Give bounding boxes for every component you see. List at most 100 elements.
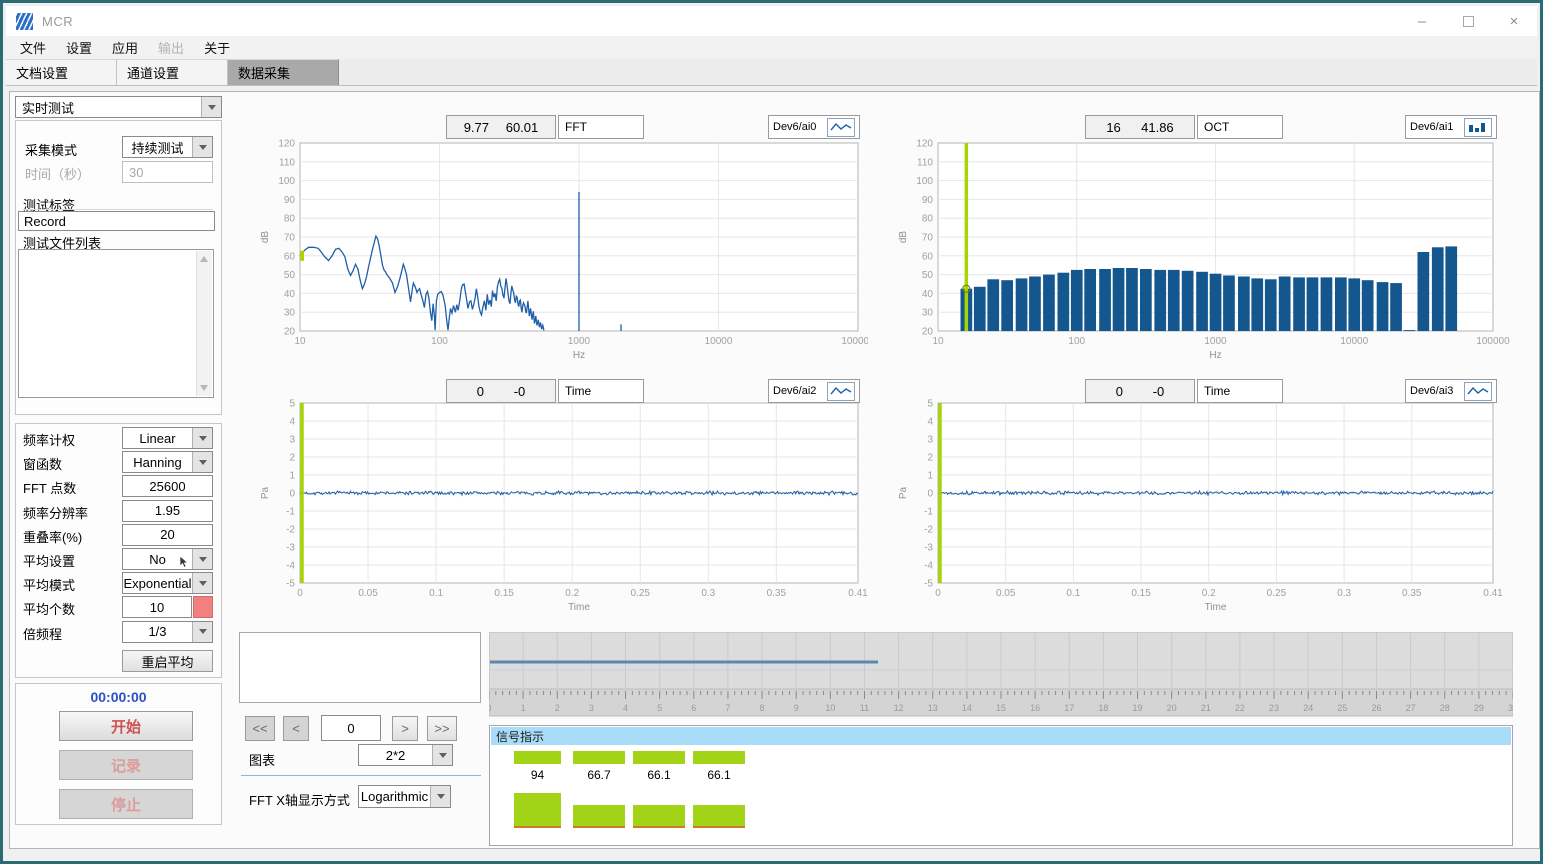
time-input[interactable]: 30 xyxy=(122,161,213,183)
bar-chart-icon xyxy=(1464,118,1492,137)
menu-item-0[interactable]: 文件 xyxy=(20,38,46,57)
tab-strip: 文档设置通道设置数据采集 xyxy=(6,59,1537,86)
param-input-2[interactable]: 25600 xyxy=(122,475,213,497)
minimize-button[interactable]: – xyxy=(1399,6,1445,36)
menu-item-1[interactable]: 设置 xyxy=(66,38,92,57)
scroll-down-icon[interactable] xyxy=(200,385,208,391)
time1-type-box[interactable]: Time xyxy=(558,379,644,403)
acq-mode-select[interactable]: 持续测试 xyxy=(122,136,213,158)
param-select-0[interactable]: Linear xyxy=(122,427,213,449)
stop-button[interactable]: 停止 xyxy=(59,789,193,819)
signal-indicator-bar xyxy=(573,751,625,764)
svg-text:0.1: 0.1 xyxy=(429,588,443,599)
record-overview[interactable]: 0123456789101112131415161718192021222324… xyxy=(489,632,1513,717)
time2-plot[interactable]: -5-4-3-2-101234500.050.10.150.20.250.30.… xyxy=(875,373,1535,625)
tab-2[interactable]: 数据采集 xyxy=(228,59,339,85)
scrollbar[interactable] xyxy=(196,251,212,396)
chevron-down-icon[interactable] xyxy=(192,622,212,642)
svg-text:0.05: 0.05 xyxy=(358,588,378,599)
param-input-7[interactable]: 10 xyxy=(122,596,192,618)
line-chart-icon xyxy=(827,382,855,401)
scroll-up-icon[interactable] xyxy=(200,256,208,262)
nav-last-button[interactable]: >> xyxy=(427,716,457,741)
svg-text:17: 17 xyxy=(1064,703,1074,713)
nav-index-input[interactable]: 0 xyxy=(321,715,381,741)
svg-text:100000: 100000 xyxy=(841,336,868,347)
oct-channel-box[interactable]: Dev6/ai1 xyxy=(1405,115,1497,139)
svg-text:1: 1 xyxy=(927,471,933,482)
fft-axis-select[interactable]: Logarithmic xyxy=(358,785,451,808)
signal-level-meter xyxy=(693,805,745,828)
svg-text:18: 18 xyxy=(1098,703,1108,713)
param-select-8[interactable]: 1/3 xyxy=(122,621,213,643)
chevron-down-icon[interactable] xyxy=(192,549,212,569)
svg-text:13: 13 xyxy=(928,703,938,713)
param-input-4[interactable]: 20 xyxy=(122,524,213,546)
test-mode-value: 实时测试 xyxy=(16,97,201,117)
svg-text:30: 30 xyxy=(284,308,296,319)
svg-text:40: 40 xyxy=(284,289,296,300)
fft-cursor-readout: 9.77 60.01 xyxy=(446,115,556,139)
signal-level-meter xyxy=(633,805,685,828)
oct-chart: 16 41.86 OCT Dev6/ai1 203040506070809010… xyxy=(875,97,1535,369)
menu-item-2[interactable]: 应用 xyxy=(112,38,138,57)
nav-first-button[interactable]: << xyxy=(245,716,275,741)
acq-mode-label: 采集模式 xyxy=(25,140,77,159)
svg-text:30: 30 xyxy=(1508,703,1513,713)
svg-text:0.2: 0.2 xyxy=(1202,588,1216,599)
svg-text:Pa: Pa xyxy=(260,486,271,499)
chevron-down-icon[interactable] xyxy=(192,452,212,472)
test-file-list[interactable] xyxy=(18,249,214,398)
svg-text:19: 19 xyxy=(1133,703,1143,713)
chevron-down-icon[interactable] xyxy=(192,428,212,448)
tab-1[interactable]: 通道设置 xyxy=(117,59,228,85)
fft-channel-box[interactable]: Dev6/ai0 xyxy=(768,115,860,139)
fft-type-box[interactable]: FFT xyxy=(558,115,644,139)
restart-average-button[interactable]: 重启平均 xyxy=(122,650,213,672)
svg-text:0.15: 0.15 xyxy=(1131,588,1151,599)
start-button[interactable]: 开始 xyxy=(59,711,193,741)
time2-channel-box[interactable]: Dev6/ai3 xyxy=(1405,379,1497,403)
test-mode-select[interactable]: 实时测试 xyxy=(15,96,222,118)
chevron-down-icon[interactable] xyxy=(192,137,212,157)
param-select-6[interactable]: Exponential xyxy=(122,572,213,594)
svg-text:0.05: 0.05 xyxy=(996,588,1016,599)
param-select-1[interactable]: Hanning xyxy=(122,451,213,473)
svg-text:0: 0 xyxy=(297,588,303,599)
warning-flag xyxy=(193,596,213,618)
oct-type-box[interactable]: OCT xyxy=(1197,115,1283,139)
chevron-down-icon[interactable] xyxy=(432,745,452,765)
time1-plot[interactable]: -5-4-3-2-101234500.050.10.150.20.250.30.… xyxy=(236,373,868,625)
record-button[interactable]: 记录 xyxy=(59,750,193,780)
param-input-3[interactable]: 1.95 xyxy=(122,500,213,522)
menu-item-4[interactable]: 关于 xyxy=(204,38,230,57)
svg-text:100: 100 xyxy=(916,176,933,187)
maximize-icon xyxy=(1463,16,1474,27)
svg-text:-2: -2 xyxy=(924,525,933,536)
nav-prev-button[interactable]: < xyxy=(283,716,309,741)
svg-text:-4: -4 xyxy=(286,561,295,572)
param-value-1: Hanning xyxy=(123,452,192,472)
time1-channel-box[interactable]: Dev6/ai2 xyxy=(768,379,860,403)
time1-cursor-readout: 0 -0 xyxy=(446,379,556,403)
svg-text:5: 5 xyxy=(657,703,662,713)
test-tag-input[interactable]: Record xyxy=(18,211,215,231)
svg-text:0.35: 0.35 xyxy=(767,588,787,599)
close-button[interactable]: × xyxy=(1491,6,1537,36)
svg-text:0: 0 xyxy=(489,703,492,713)
nav-next-button[interactable]: > xyxy=(392,716,418,741)
svg-text:0.41: 0.41 xyxy=(848,588,868,599)
time2-type-box[interactable]: Time xyxy=(1197,379,1283,403)
svg-text:16: 16 xyxy=(1030,703,1040,713)
chevron-down-icon[interactable] xyxy=(192,573,212,593)
svg-text:dB: dB xyxy=(260,231,271,244)
maximize-button[interactable] xyxy=(1445,6,1491,36)
chart-layout-select[interactable]: 2*2 xyxy=(358,744,453,766)
chevron-down-icon[interactable] xyxy=(201,97,221,117)
param-select-5[interactable]: No xyxy=(122,548,213,570)
chevron-down-icon[interactable] xyxy=(430,786,450,807)
tab-0[interactable]: 文档设置 xyxy=(6,59,117,85)
param-label-5: 平均设置 xyxy=(23,551,75,570)
svg-text:120: 120 xyxy=(278,139,295,150)
svg-text:80: 80 xyxy=(284,214,296,225)
